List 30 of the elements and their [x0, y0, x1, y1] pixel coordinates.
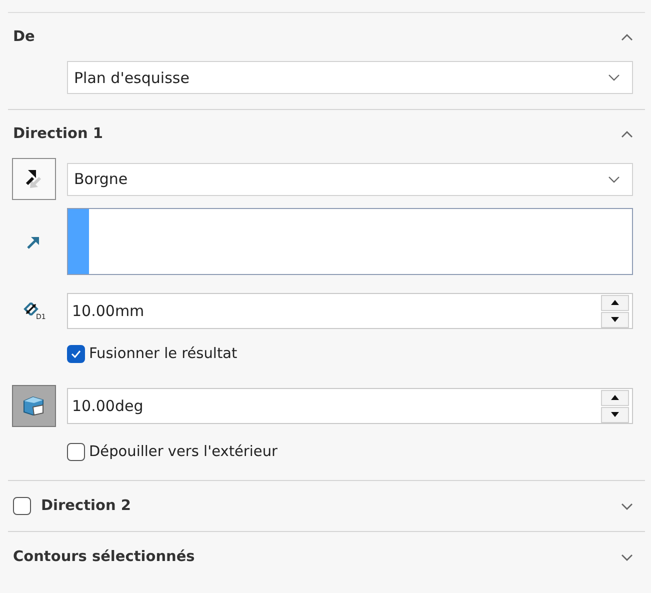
expand-chevron-icon[interactable]	[621, 552, 633, 562]
spin-down-button[interactable]	[601, 406, 629, 422]
up-triangle-icon	[610, 394, 620, 401]
reverse-direction-button[interactable]	[12, 158, 56, 200]
down-triangle-icon	[610, 316, 620, 323]
checkbox[interactable]	[67, 443, 85, 461]
spin-up-button[interactable]	[601, 390, 629, 406]
down-triangle-icon	[610, 411, 620, 418]
section-title[interactable]: De	[13, 29, 611, 45]
dropdown-caret-icon	[608, 73, 620, 82]
dropdown[interactable]: Plan d'esquisse	[67, 61, 633, 94]
spin-up-button[interactable]	[601, 294, 629, 310]
checkbox[interactable]	[67, 345, 85, 363]
section-title[interactable]: Contours sélectionnés	[13, 549, 611, 565]
dropdown-caret-icon	[608, 174, 620, 184]
section-title[interactable]: Direction 1	[13, 126, 611, 142]
number-input-field[interactable]: 10.00deg	[67, 388, 633, 424]
collapse-chevron-icon[interactable]	[621, 130, 633, 138]
draft-button[interactable]	[12, 385, 56, 427]
checkbox-label[interactable]: Dépouiller vers l'extérieur	[89, 444, 278, 460]
collapse-chevron-icon[interactable]	[621, 32, 633, 42]
up-triangle-icon	[610, 299, 620, 306]
selection-list-box[interactable]	[67, 208, 633, 275]
dropdown[interactable]: Borgne	[67, 162, 633, 196]
expand-chevron-icon[interactable]	[621, 502, 633, 510]
checkbox-label[interactable]: Fusionner le résultat	[89, 346, 238, 362]
spin-down-button[interactable]	[601, 312, 629, 328]
number-input-field[interactable]: 10.00mm	[67, 293, 633, 329]
section-title[interactable]: Direction 2	[41, 498, 611, 514]
checkbox[interactable]	[13, 497, 31, 515]
